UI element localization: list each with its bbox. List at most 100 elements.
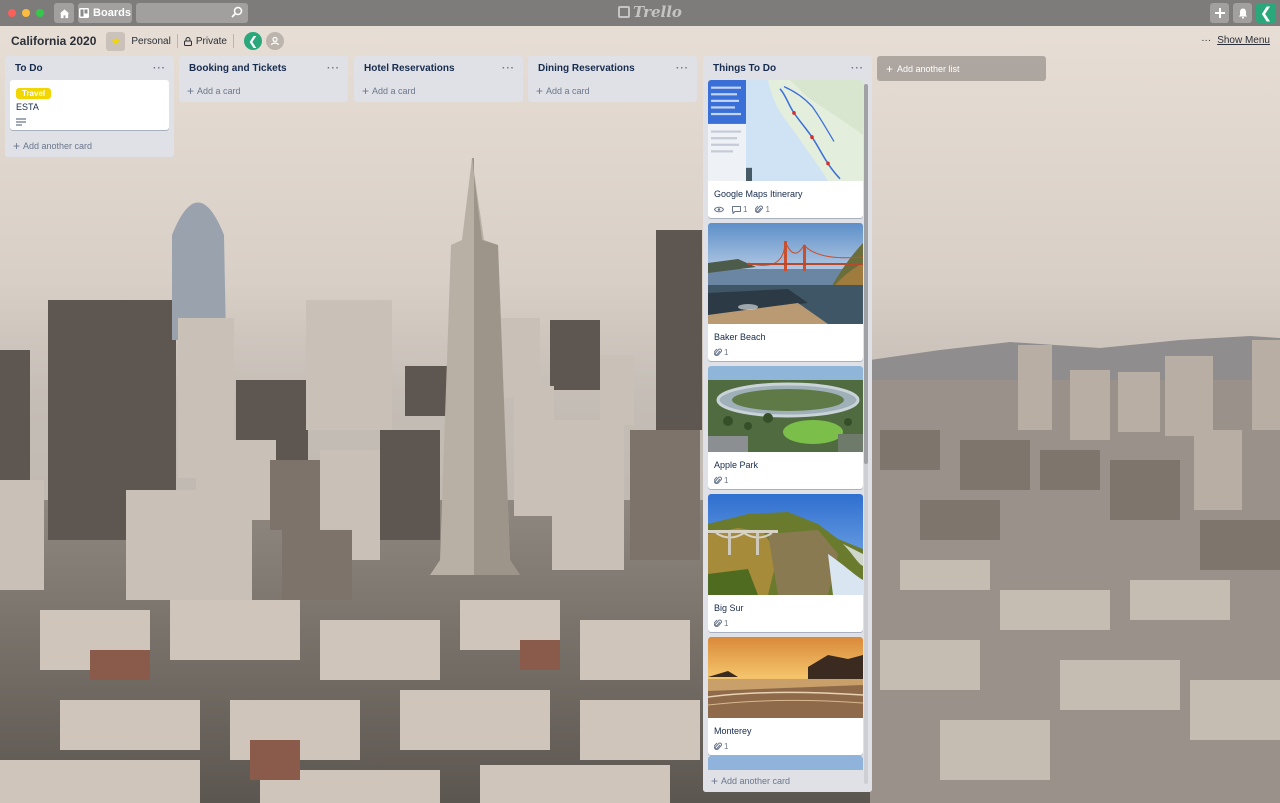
notifications-button[interactable] [1233,3,1252,23]
plus-icon: + [187,84,195,98]
attachments-badge: 1 [714,742,728,751]
list-title[interactable]: Things To Do [713,63,776,74]
card-esta[interactable]: Travel ESTA [10,80,169,130]
boards-button-label: Boards [93,7,131,19]
board-title[interactable]: California 2020 [11,34,96,48]
comments-count: 1 [743,205,748,214]
add-member-icon [270,36,280,46]
list-menu-button[interactable]: ··· [502,63,515,74]
board-background-image [0,0,1280,803]
home-button[interactable] [54,3,74,23]
card-baker-beach[interactable]: Baker Beach 1 [708,223,863,361]
paperclip-icon [714,348,722,356]
list-booking-and-tickets[interactable]: Booking and Tickets ··· + Add a card [179,56,348,102]
add-card-button[interactable]: + Add a card [354,80,523,102]
add-card-label: Add a card [546,86,590,96]
header-divider [232,34,234,48]
list-menu-button[interactable]: ··· [327,63,340,74]
card-title: Baker Beach [714,332,766,342]
avatar-chevron-icon: ❮ [1259,5,1273,22]
attachments-count: 1 [724,476,729,485]
list-header: Dining Reservations ··· [528,56,697,80]
attachments-badge: 1 [714,476,728,485]
invite-member-button[interactable] [265,32,284,50]
trello-logo[interactable]: Trello [618,3,682,21]
list-title[interactable]: Dining Reservations [538,63,635,74]
lock-icon [183,36,192,46]
add-list-button[interactable]: + Add another list [877,56,1046,81]
card-cover-sunset-beach-image [708,637,863,718]
member-avatar-button[interactable]: ❮ [1256,3,1276,23]
card-google-maps-itinerary[interactable]: Google Maps Itinerary 1 1 [708,80,863,218]
list-to-do[interactable]: To Do ··· Travel ESTA + Add another card [5,56,174,157]
attachments-count: 1 [724,619,729,628]
plus-icon: + [13,139,21,153]
topbar-actions: ❮ [1210,3,1276,23]
list-hotel-reservations[interactable]: Hotel Reservations ··· + Add a card [354,56,523,102]
team-button[interactable]: Personal [131,36,170,47]
list-menu-button[interactable]: ··· [851,63,864,74]
search-input[interactable] [136,3,248,23]
card-badges [16,118,163,126]
card-cover-apple-park-image [708,366,863,452]
list-menu-button[interactable]: ··· [153,63,166,74]
list-scrollbar[interactable] [864,84,868,784]
team-label: Personal [131,35,171,47]
board-member-avatar[interactable]: ❮ [243,32,262,50]
add-card-button[interactable]: + Add a card [179,80,348,102]
star-icon: ★ [110,35,121,48]
plus-icon: + [886,61,894,76]
trello-logo-text: Trello [633,3,682,21]
list-dining-reservations[interactable]: Dining Reservations ··· + Add a card [528,56,697,102]
comments-badge: 1 [732,205,747,214]
minimize-window-button[interactable] [22,9,30,17]
add-card-label: Add a card [372,86,416,96]
zoom-window-button[interactable] [36,9,44,17]
add-card-label: Add a card [197,86,241,96]
eye-icon [714,206,724,213]
card-apple-park[interactable]: Apple Park 1 [708,366,863,489]
card-cover-bixby-bridge-image [708,494,863,595]
list-title[interactable]: Hotel Reservations [364,63,455,74]
header-divider [176,34,178,48]
boards-icon [79,8,90,18]
search-icon [231,6,243,18]
card-title: Monterey [714,726,752,736]
window-controls [8,9,44,17]
list-header: Hotel Reservations ··· [354,56,523,80]
more-icon: ··· [1201,35,1212,46]
description-icon [16,118,26,126]
star-board-button[interactable]: ★ [106,31,126,51]
list-header: Things To Do ··· [703,56,872,80]
plus-icon: + [711,774,719,788]
card-label-travel: Travel [16,88,52,99]
add-card-button[interactable]: + Add another card [703,770,872,792]
list-things-to-do[interactable]: Things To Do ··· Google Maps Itinerary 1… [703,56,872,792]
plus-icon [1214,8,1225,18]
top-bar: Boards Trello ❮ [0,0,1280,26]
card-monterey[interactable]: Monterey 1 [708,637,863,755]
show-menu-button[interactable]: ··· Show Menu [1201,35,1270,46]
card-partial[interactable] [708,756,863,770]
close-window-button[interactable] [8,9,16,17]
list-menu-button[interactable]: ··· [676,63,689,74]
list-header: Booking and Tickets ··· [179,56,348,80]
visibility-label: Private [195,35,227,47]
card-cover-map-image [708,80,863,181]
bell-icon [1238,8,1247,19]
boards-button[interactable]: Boards [78,3,132,23]
add-list-label: Add another list [897,63,960,74]
add-card-button[interactable]: + Add a card [528,80,697,102]
card-title: ESTA [16,102,39,112]
attachments-count: 1 [724,742,729,751]
card-badges: 1 [714,619,857,628]
attachments-badge: 1 [714,348,728,357]
card-cover-golden-gate-image [708,223,863,324]
visibility-button[interactable]: Private [183,35,227,47]
add-card-button[interactable]: + Add another card [5,135,174,157]
list-title[interactable]: To Do [15,63,43,74]
list-scrollbar-thumb[interactable] [864,84,868,464]
card-big-sur[interactable]: Big Sur 1 [708,494,863,632]
list-title[interactable]: Booking and Tickets [189,63,287,74]
create-button[interactable] [1210,3,1229,23]
